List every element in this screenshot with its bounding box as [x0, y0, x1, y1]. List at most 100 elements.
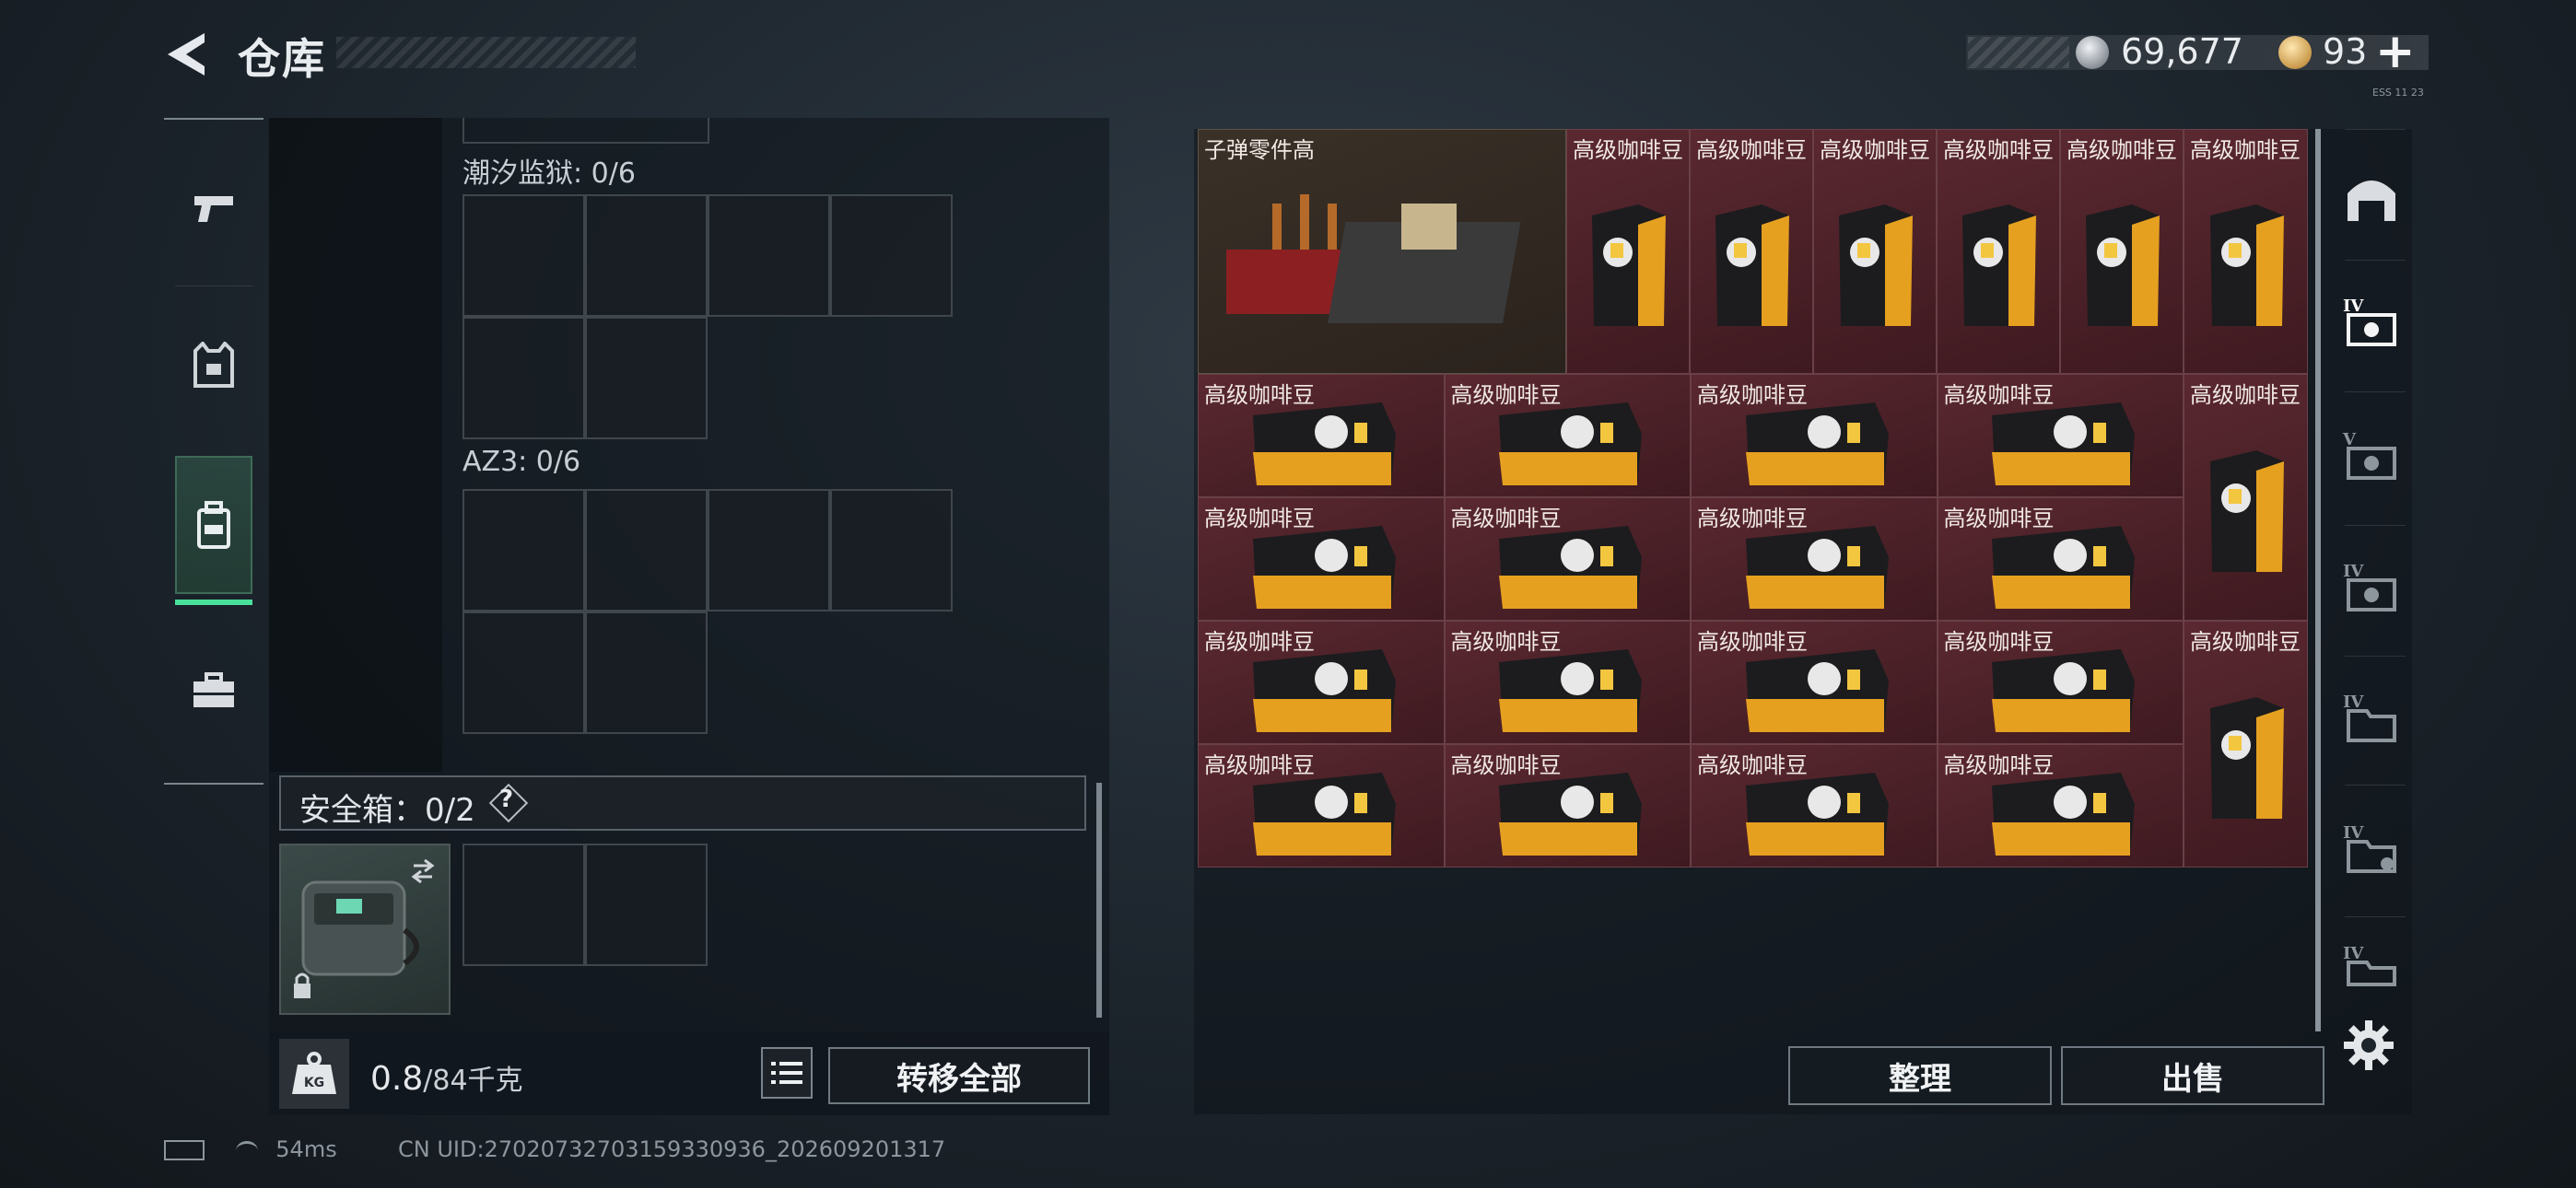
safebox-item[interactable] — [279, 844, 451, 1015]
grid-cell[interactable] — [463, 611, 585, 734]
grid-cell[interactable] — [830, 194, 953, 317]
stash-item-coffee-beans[interactable]: 高级咖啡豆 — [1198, 374, 1445, 497]
coffee-bag-icon — [2209, 450, 2284, 572]
coffee-bag-icon — [1499, 773, 1643, 856]
stash-tier-tab-5[interactable]: IV — [2331, 794, 2412, 904]
svg-text:IV: IV — [2343, 297, 2364, 316]
grid-cell[interactable] — [708, 194, 830, 317]
stash-tier-tab-3[interactable]: IV — [2331, 532, 2412, 643]
grid-cell[interactable] — [585, 317, 708, 439]
add-currency-button[interactable]: + — [2375, 24, 2416, 79]
stash-item-coffee-beans[interactable]: 高级咖啡豆 — [1937, 497, 2184, 621]
uid-text: CN UID:2702073270315933093­6_20260920131… — [398, 1136, 946, 1162]
gear-icon[interactable] — [2344, 1020, 2394, 1070]
coffee-bag-icon — [1252, 649, 1396, 732]
coffee-bag-icon — [1745, 526, 1889, 609]
grid-cell[interactable] — [585, 194, 708, 317]
grid-cell[interactable] — [463, 489, 585, 611]
stash-grid: 子弹零件高 高级咖啡豆 高级咖啡豆 高级咖啡豆 高级咖啡豆 高级咖啡豆 高级咖啡豆 高级咖啡豆… — [1198, 129, 2308, 868]
stash-tier-tab-1[interactable]: IV — [2331, 267, 2412, 378]
item-name: 高级咖啡豆 — [1820, 137, 1930, 163]
silver-amount: 69,677 — [2121, 31, 2243, 72]
grid-cell[interactable] — [585, 611, 708, 734]
safebox-label: 安全箱：0/2 — [299, 792, 475, 829]
stash-item-coffee-beans[interactable]: 高级咖啡豆 — [2184, 129, 2308, 374]
stash-item-coffee-beans[interactable]: 高级咖啡豆 — [2184, 621, 2308, 868]
grid-cell[interactable] — [463, 317, 585, 439]
ammo-parts-icon — [1226, 194, 1521, 323]
stash-item-ammo-parts[interactable]: 子弹零件高 — [1198, 129, 1566, 374]
rail-item-backpack[interactable] — [175, 456, 252, 594]
coffee-bag-icon — [1745, 649, 1889, 732]
grid-cell[interactable] — [708, 489, 830, 611]
weight-readout: 0.8/84千克 — [370, 1057, 523, 1098]
page-title: 仓库 — [238, 34, 326, 84]
svg-text:IV: IV — [2343, 944, 2364, 963]
weight-current: 0.8 — [370, 1060, 424, 1098]
weight-icon: KG — [279, 1039, 349, 1109]
item-name: 高级咖啡豆 — [2190, 382, 2301, 408]
backpack-scrollbar[interactable] — [1096, 783, 1102, 1018]
coffee-bag-icon — [1839, 204, 1913, 326]
stash-item-coffee-beans[interactable]: 高级咖啡豆 — [1937, 374, 2184, 497]
coffee-bag-icon — [1962, 204, 2036, 326]
currency-decoration — [1968, 37, 2069, 68]
stash-item-coffee-beans[interactable]: 高级咖啡豆 — [1198, 621, 1445, 744]
garage-tab[interactable] — [2331, 143, 2412, 253]
stash-tier-tab-6[interactable]: IV — [2331, 919, 2412, 1011]
stash-item-coffee-beans[interactable]: 高级咖啡豆 — [1937, 621, 2184, 744]
coffee-bag-icon — [1252, 773, 1396, 856]
stash-item-coffee-beans[interactable]: 高级咖啡豆 — [1198, 744, 1445, 868]
section-label-prison: 潮汐监狱: 0/6 — [463, 157, 636, 190]
stash-item-coffee-beans[interactable]: 高级咖啡豆 — [1691, 374, 1938, 497]
stash-tier-iv-icon-1: IV — [2343, 297, 2396, 346]
back-arrow-icon[interactable] — [164, 31, 206, 77]
sell-button[interactable]: 出售 — [2061, 1046, 2324, 1105]
safebox-slot[interactable] — [463, 844, 585, 966]
stash-item-coffee-beans[interactable]: 高级咖啡豆 — [1444, 621, 1691, 744]
column-divider — [2345, 785, 2406, 786]
stash-item-coffee-beans[interactable]: 高级咖啡豆 — [1937, 129, 2060, 374]
stash-item-coffee-beans[interactable]: 高级咖啡豆 — [1444, 374, 1691, 497]
stash-item-coffee-beans[interactable]: 高级咖啡豆 — [1813, 129, 1937, 374]
stash-item-coffee-beans[interactable]: 高级咖啡豆 — [1198, 497, 1445, 621]
lock-icon — [294, 984, 310, 998]
stash-item-coffee-beans[interactable]: 高级咖啡豆 — [1690, 129, 1813, 374]
ping-text: 54ms — [275, 1136, 337, 1162]
stash-item-coffee-beans[interactable]: 高级咖啡豆 — [1937, 744, 2184, 868]
column-divider — [2345, 525, 2406, 526]
grid-cell[interactable] — [463, 194, 585, 317]
rail-item-weapons[interactable] — [175, 140, 252, 278]
stash-item-coffee-beans[interactable]: 高级咖啡豆 — [1444, 497, 1691, 621]
stash-item-coffee-beans[interactable]: 高级咖啡豆 — [1566, 129, 1690, 374]
tidy-button[interactable]: 整理 — [1788, 1046, 2052, 1105]
stash-tier-iv-icon-3: IV — [2343, 693, 2396, 742]
wifi-icon — [235, 1140, 258, 1160]
transfer-all-button[interactable]: 转移全部 — [828, 1047, 1090, 1104]
coffee-bag-icon — [1992, 526, 2136, 609]
coffee-bag-icon — [1992, 402, 2136, 485]
rail-item-armor[interactable] — [175, 297, 252, 435]
stash-tier-iv-icon-4: IV — [2343, 823, 2396, 873]
stash-item-coffee-beans[interactable]: 高级咖啡豆 — [1691, 621, 1938, 744]
stash-item-coffee-beans[interactable]: 高级咖啡豆 — [1444, 744, 1691, 868]
stash-tier-tab-4[interactable]: IV — [2331, 663, 2412, 774]
rail-item-toolbox[interactable] — [175, 622, 252, 760]
grid-cell[interactable] — [585, 489, 708, 611]
stash-scrollbar[interactable] — [2315, 129, 2321, 1031]
stash-tier-v-icon: V — [2342, 430, 2396, 480]
grid-cell[interactable] — [830, 489, 953, 611]
safebox-slot[interactable] — [585, 844, 708, 966]
coffee-bag-icon — [1992, 773, 2136, 856]
stash-item-coffee-beans[interactable]: 高级咖啡豆 — [2184, 374, 2308, 621]
stash-tier-iv-icon-2: IV — [2343, 562, 2396, 611]
backpack-icon — [197, 501, 230, 549]
coffee-bag-icon — [1499, 526, 1643, 609]
list-view-button[interactable] — [761, 1047, 813, 1099]
stash-item-coffee-beans[interactable]: 高级咖啡豆 — [2060, 129, 2184, 374]
previous-grid-edge — [463, 118, 709, 144]
column-divider — [2345, 656, 2406, 657]
stash-item-coffee-beans[interactable]: 高级咖啡豆 — [1691, 497, 1938, 621]
stash-tier-tab-2[interactable]: V — [2331, 401, 2412, 511]
stash-item-coffee-beans[interactable]: 高级咖啡豆 — [1691, 744, 1938, 868]
